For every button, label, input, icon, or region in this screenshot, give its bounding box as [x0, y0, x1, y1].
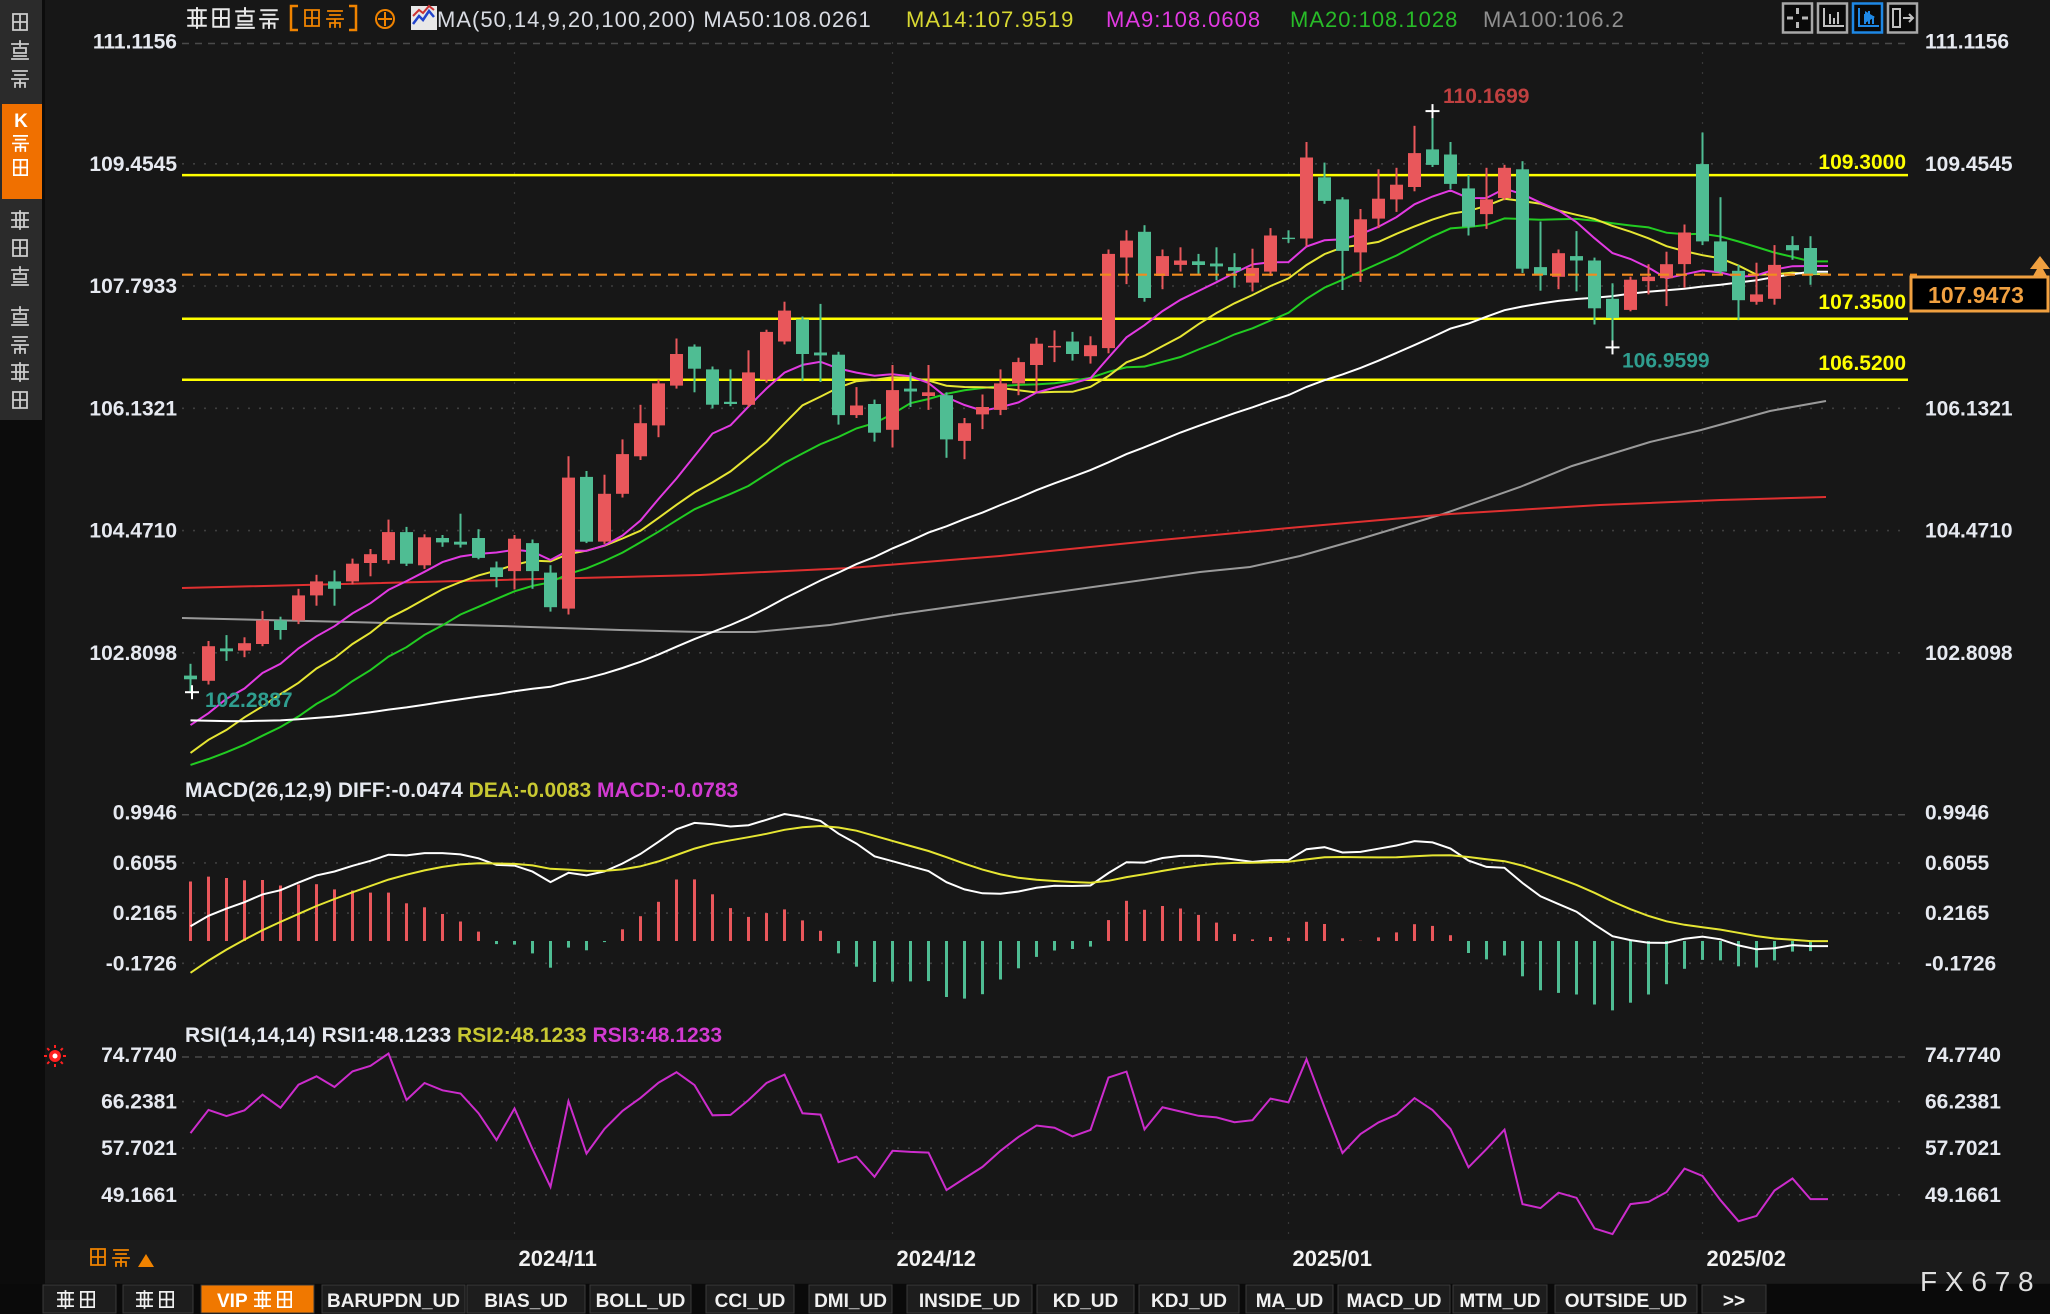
svg-text:57.7021: 57.7021: [1925, 1137, 2001, 1160]
svg-text:49.1661: 49.1661: [1925, 1184, 2001, 1207]
svg-text:66.2381: 66.2381: [101, 1091, 177, 1114]
svg-text:2025/01: 2025/01: [1293, 1246, 1373, 1271]
svg-text:RSI(14,14,14) RSI1:48.1233 RS: RSI(14,14,14) RSI1:48.1233 RSI2:48.1233 …: [185, 1024, 722, 1047]
svg-text:109.4545: 109.4545: [1925, 153, 2013, 176]
svg-text:-0.1726: -0.1726: [1925, 952, 1996, 975]
svg-text:VIP: VIP: [217, 1291, 248, 1312]
svg-text:DMI_UD: DMI_UD: [814, 1291, 887, 1312]
svg-text:107.9473: 107.9473: [1928, 282, 2024, 308]
svg-text:CCI_UD: CCI_UD: [715, 1291, 786, 1312]
svg-text:107.3500: 107.3500: [1818, 291, 1906, 314]
svg-text:0.2165: 0.2165: [113, 902, 178, 925]
svg-text:0.6055: 0.6055: [113, 852, 178, 875]
svg-text:OUTSIDE_UD: OUTSIDE_UD: [1565, 1291, 1687, 1312]
svg-text:KDJ_UD: KDJ_UD: [1151, 1291, 1227, 1312]
svg-text:110.1699: 110.1699: [1443, 85, 1529, 108]
svg-text:74.7740: 74.7740: [1925, 1044, 2001, 1067]
svg-text:MA_UD: MA_UD: [1256, 1291, 1324, 1312]
svg-text:MA14:107.9519: MA14:107.9519: [906, 7, 1074, 32]
svg-text:102.8098: 102.8098: [1925, 642, 2013, 665]
svg-text:-0.1726: -0.1726: [106, 952, 177, 975]
svg-text:0.9946: 0.9946: [1925, 802, 1989, 825]
svg-text:74.7740: 74.7740: [101, 1044, 177, 1067]
svg-text:106.1321: 106.1321: [89, 397, 177, 420]
svg-text:2025/02: 2025/02: [1707, 1246, 1787, 1271]
svg-text:2024/11: 2024/11: [519, 1246, 597, 1271]
svg-text:MTM_UD: MTM_UD: [1459, 1291, 1540, 1312]
svg-text:111.1156: 111.1156: [1925, 31, 2009, 54]
svg-text:KD_UD: KD_UD: [1053, 1291, 1118, 1312]
svg-text:0.2165: 0.2165: [1925, 902, 1990, 925]
svg-text:106.1321: 106.1321: [1925, 397, 2013, 420]
svg-text:MA20:108.1028: MA20:108.1028: [1290, 7, 1458, 32]
svg-text:F X 6 7 8: F X 6 7 8: [1920, 1266, 2034, 1297]
svg-text:49.1661: 49.1661: [101, 1184, 177, 1207]
svg-text:104.4710: 104.4710: [89, 520, 177, 543]
svg-text:57.7021: 57.7021: [101, 1137, 177, 1160]
svg-text:2024/12: 2024/12: [897, 1246, 977, 1271]
svg-text:0.9946: 0.9946: [113, 802, 177, 825]
svg-text:102.2887: 102.2887: [205, 689, 293, 712]
svg-text:K: K: [14, 111, 28, 132]
svg-text:109.3000: 109.3000: [1818, 151, 1906, 174]
svg-text:BIAS_UD: BIAS_UD: [484, 1291, 567, 1312]
svg-text:111.1156: 111.1156: [93, 31, 177, 54]
svg-text:MA(50,14,9,20,100,200) MA50:10: MA(50,14,9,20,100,200) MA50:108.0261: [437, 7, 872, 32]
svg-text:MA9:108.0608: MA9:108.0608: [1106, 7, 1261, 32]
svg-text:MACD_UD: MACD_UD: [1347, 1291, 1442, 1312]
svg-text:MACD(26,12,9) DIFF:-0.0474 DE: MACD(26,12,9) DIFF:-0.0474 DEA:-0.0083 M…: [185, 779, 738, 802]
svg-text:MA100:106.2: MA100:106.2: [1483, 7, 1625, 32]
svg-text:BOLL_UD: BOLL_UD: [596, 1291, 686, 1312]
svg-text:107.7933: 107.7933: [89, 275, 177, 298]
svg-text:>>: >>: [1723, 1291, 1745, 1312]
svg-text:INSIDE_UD: INSIDE_UD: [919, 1291, 1020, 1312]
svg-text:66.2381: 66.2381: [1925, 1091, 2001, 1114]
svg-text:109.4545: 109.4545: [89, 153, 177, 176]
svg-text:106.9599: 106.9599: [1622, 349, 1710, 372]
svg-text:BARUPDN_UD: BARUPDN_UD: [327, 1291, 460, 1312]
svg-text:106.5200: 106.5200: [1818, 352, 1906, 375]
svg-text:104.4710: 104.4710: [1925, 520, 2013, 543]
svg-text:102.8098: 102.8098: [89, 642, 177, 665]
svg-text:0.6055: 0.6055: [1925, 852, 1990, 875]
